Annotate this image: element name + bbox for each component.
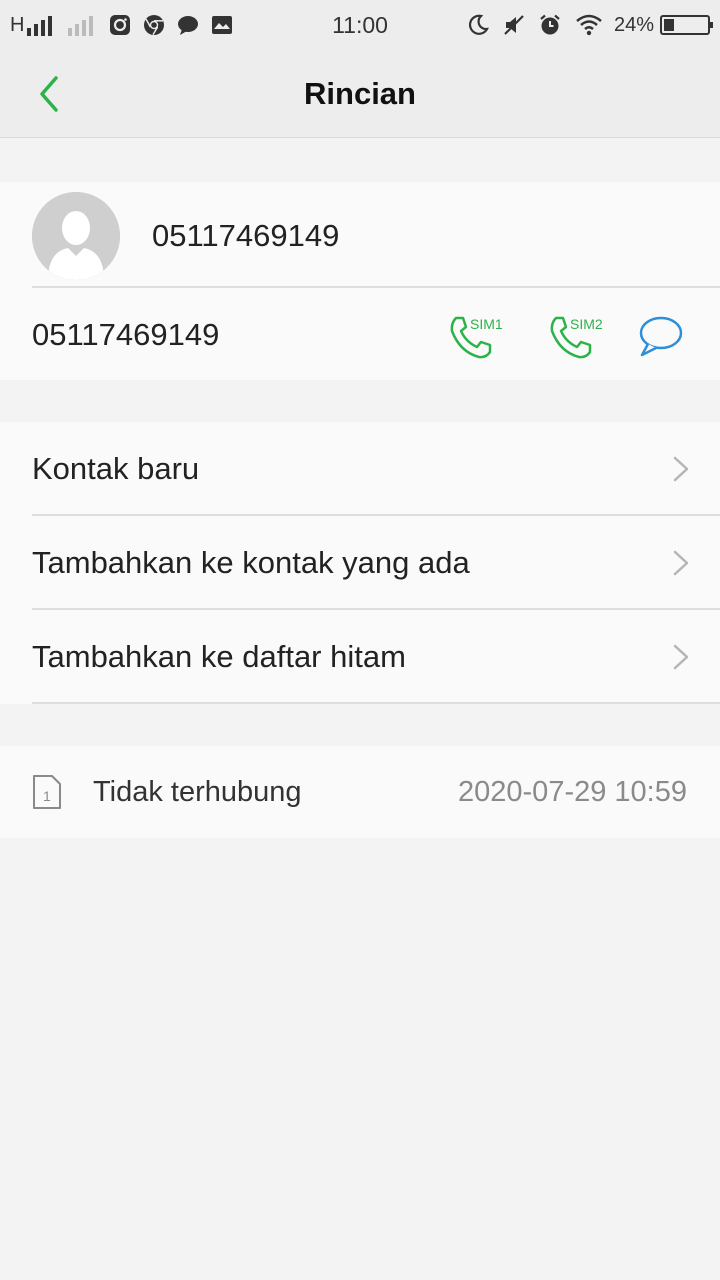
add-to-existing-contact-item[interactable]: Tambahkan ke kontak yang ada — [0, 516, 720, 610]
call-status: Tidak terhubung — [93, 776, 302, 808]
message-bubble-icon[interactable] — [636, 314, 684, 358]
divider — [32, 286, 720, 288]
app-header: Rincian — [0, 50, 720, 138]
do-not-disturb-moon-icon — [468, 14, 489, 35]
sim-number: 1 — [43, 788, 51, 804]
mute-icon — [504, 15, 524, 35]
divider — [32, 702, 720, 704]
contact-name: 05117469149 — [152, 218, 340, 253]
action-label: Tambahkan ke kontak yang ada — [32, 545, 470, 580]
sim1-label: SIM1 — [470, 316, 503, 332]
call-log-entry[interactable]: 1 Tidak terhubung 2020-07-29 10:59 — [0, 746, 720, 838]
battery-icon — [660, 15, 713, 35]
call-sim1-button[interactable]: SIM1 — [446, 310, 510, 360]
call-sim2-button[interactable]: SIM2 — [546, 310, 610, 360]
status-bar: H 11:00 24% — [0, 0, 720, 50]
sim-card-icon: 1 — [33, 775, 61, 809]
chevron-right-icon — [673, 550, 689, 576]
page-title: Rincian — [304, 76, 416, 111]
chevron-right-icon — [673, 456, 689, 482]
call-datetime: 2020-07-29 10:59 — [458, 776, 687, 808]
avatar — [32, 192, 120, 280]
chevron-right-icon — [673, 644, 689, 670]
status-bar-right: 24% — [454, 12, 713, 38]
add-to-blacklist-item[interactable]: Tambahkan ke daftar hitam — [0, 610, 720, 704]
default-avatar-person-icon — [32, 192, 120, 280]
new-contact-item[interactable]: Kontak baru — [0, 422, 720, 516]
battery-percent: 24% — [613, 13, 654, 36]
battery-fill — [664, 19, 674, 31]
sim2-label: SIM2 — [570, 316, 603, 332]
contact-number: 05117469149 — [32, 317, 220, 352]
wifi-icon — [576, 14, 602, 36]
contact-card: 05117469149 05117469149 SIM1 SIM2 — [0, 182, 720, 380]
alarm-clock-icon — [540, 14, 560, 35]
actions-list: Kontak baru Tambahkan ke kontak yang ada… — [0, 422, 720, 704]
action-label: Kontak baru — [32, 451, 200, 486]
action-label: Tambahkan ke daftar hitam — [32, 639, 406, 674]
